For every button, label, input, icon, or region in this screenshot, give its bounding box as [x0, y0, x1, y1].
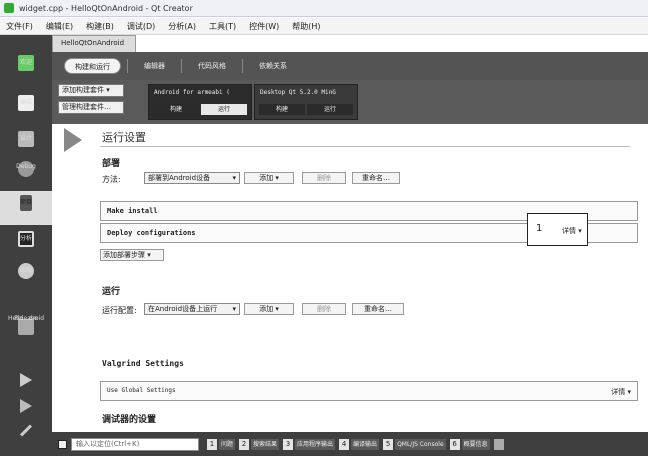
pane-menu-icon[interactable] — [493, 438, 504, 450]
menu-tools[interactable]: 工具(T) — [209, 21, 236, 32]
chevron-down-icon: ▾ — [232, 305, 236, 313]
add-kit-button[interactable]: 添加构建套件 ▾ — [58, 84, 124, 97]
menu-bar: 文件(F) 编辑(E) 构建(B) 调试(D) 分析(A) 工具(T) 控件(W… — [0, 18, 648, 35]
menu-debug[interactable]: 调试(D) — [127, 21, 155, 32]
deploy-section-title: 部署 — [102, 159, 121, 169]
debug-play-icon — [20, 399, 32, 413]
deploy-rename-button[interactable]: 重命名… — [352, 172, 400, 184]
kit-build-tab[interactable]: 构建 — [153, 104, 199, 115]
window-title: widget.cpp - HelloQtOnAndroid - Qt Creat… — [19, 3, 193, 13]
page-title: 运行设置 — [102, 131, 146, 144]
kit-run-tab[interactable]: 运行 — [201, 104, 247, 115]
run-delete-button[interactable]: 删除 — [302, 303, 346, 315]
menu-build[interactable]: 构建(B) — [86, 21, 114, 32]
kit-area: 添加构建套件 ▾ 管理构建套件… Android for armeabi ( 构… — [52, 80, 648, 124]
tab-build-and-run[interactable]: 构建和运行 — [64, 58, 121, 74]
valgrind-section-title: Valgrind Settings — [102, 359, 184, 368]
sidebar-item-edit[interactable]: 编辑 — [0, 95, 52, 111]
run-section-title: 运行 — [102, 287, 121, 297]
sidebar-item-welcome[interactable]: 欢迎 — [0, 55, 52, 71]
build-button[interactable] — [0, 423, 52, 437]
kit-name: Android for armeabi ( — [154, 89, 230, 96]
project-mode-bar: 构建和运行 编辑器 代码风格 依赖关系 — [52, 52, 648, 80]
toggle-sidebar-icon[interactable] — [58, 439, 67, 449]
qt-app-icon — [4, 3, 14, 13]
manage-kits-button[interactable]: 管理构建套件… — [58, 101, 124, 114]
run-play-icon — [20, 373, 32, 387]
kit-card-desktop: Desktop Qt 5.2.0 MinG 构建 运行 — [254, 84, 358, 120]
pane-tab-qml-console[interactable]: 5 QML/JS Console — [383, 438, 446, 451]
valgrind-details-toggle[interactable]: 详情 ▾ — [611, 387, 631, 397]
mode-sidebar: 欢迎 编辑 设计 Debug 项目 分析 帮助 Hello...droid Re… — [0, 35, 52, 456]
deploy-method-combo[interactable]: 部署到Android设备 ▾ — [144, 172, 240, 184]
sidebar-item-analyze[interactable]: 分析 — [0, 231, 52, 247]
details-label: 详情 ▾ — [562, 227, 582, 235]
tab-code-style[interactable]: 代码风格 — [188, 58, 236, 74]
deploy-delete-button[interactable]: 删除 — [302, 172, 346, 184]
menu-analyze[interactable]: 分析(A) — [168, 21, 196, 32]
sidebar-item-projects[interactable]: 项目 — [0, 191, 52, 225]
tab-editor[interactable]: 编辑器 — [134, 58, 175, 74]
run-config-label: 运行配置: — [102, 306, 137, 315]
menu-edit[interactable]: 编辑(E) — [46, 21, 73, 32]
kit-build-tab[interactable]: 构建 — [259, 104, 305, 115]
kit-selector[interactable]: Hello...droid Release — [0, 313, 52, 335]
run-add-button[interactable]: 添加 ▾ — [244, 303, 294, 315]
run-arrow-icon — [64, 128, 82, 152]
kit-card-android: Android for armeabi ( 构建 运行 — [148, 84, 252, 120]
debugger-section-title: 调试器的设置 — [102, 415, 157, 425]
pane-tab-compile-output[interactable]: 4 编译输出 — [339, 438, 380, 451]
chevron-down-icon: ▾ — [232, 174, 236, 182]
kit-name: Desktop Qt 5.2.0 MinG — [260, 89, 336, 96]
locator-input[interactable]: 输入以定位(Ctrl+K) — [71, 437, 199, 451]
tab-dependencies[interactable]: 依赖关系 — [249, 58, 297, 74]
output-pane-bar: 输入以定位(Ctrl+K) 1 问题 2 搜索结果 3 应用程序输出 4 编译输出 5Q… — [52, 432, 648, 456]
project-tab[interactable]: HelloQtOnAndroid — [52, 35, 136, 52]
window-titlebar: widget.cpp - HelloQtOnAndroid - Qt Creat… — [0, 0, 648, 17]
run-button[interactable] — [0, 373, 52, 387]
menu-file[interactable]: 文件(F) — [6, 21, 33, 32]
deploy-add-button[interactable]: 添加 ▾ — [244, 172, 294, 184]
menu-help[interactable]: 帮助(H) — [292, 21, 320, 32]
run-rename-button[interactable]: 重命名… — [352, 303, 404, 315]
add-deploy-step-button[interactable]: 添加部署步骤 ▾ — [100, 249, 164, 261]
sidebar-item-design[interactable]: 设计 — [0, 131, 52, 147]
method-label: 方法: — [102, 175, 121, 184]
pane-tab-general-messages[interactable]: 6 概要信息 — [449, 438, 490, 451]
kit-run-tab[interactable]: 运行 — [307, 104, 353, 115]
valgrind-global-settings-row[interactable]: Use Global Settings 详情 ▾ — [100, 381, 638, 401]
pane-tab-search-results[interactable]: 2 搜索结果 — [239, 438, 280, 451]
tab-separator — [127, 59, 128, 73]
build-hammer-icon — [19, 424, 33, 437]
pane-tab-application-output[interactable]: 3 应用程序输出 — [283, 438, 336, 451]
pane-tab-issues[interactable]: 1 问题 — [207, 438, 236, 451]
deploy-details-toggle[interactable]: 1 详情 ▾ — [527, 213, 588, 246]
debug-run-button[interactable] — [0, 399, 52, 413]
run-config-combo[interactable]: 在Android设备上运行 ▾ — [144, 303, 240, 315]
run-settings-panel: 运行设置 部署 方法: 部署到Android设备 ▾ 添加 ▾ 删除 重命名… M… — [52, 124, 648, 432]
tab-separator — [242, 59, 243, 73]
sidebar-item-debug[interactable]: Debug — [0, 161, 52, 177]
title-divider — [100, 146, 630, 147]
tab-separator — [181, 59, 182, 73]
annotation-number: 1 — [536, 223, 543, 234]
sidebar-item-help[interactable]: 帮助 — [0, 263, 52, 279]
menu-window[interactable]: 控件(W) — [249, 21, 279, 32]
